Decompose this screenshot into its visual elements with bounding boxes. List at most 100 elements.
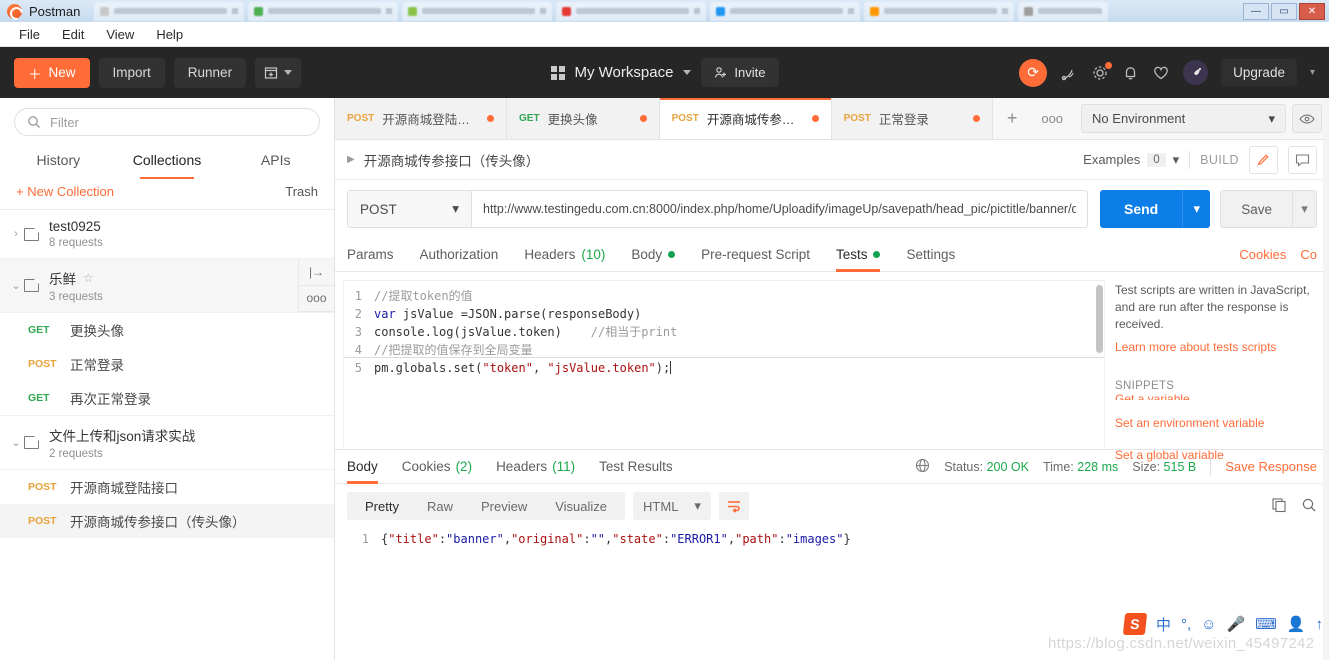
save-button[interactable]: Save (1220, 190, 1293, 228)
examples-selector[interactable]: Examples 0 ▾ (1083, 152, 1179, 168)
editor-scrollbar[interactable] (1096, 285, 1103, 353)
menu-item-view[interactable]: View (97, 24, 143, 45)
main-scrollbar[interactable] (1323, 98, 1329, 660)
request-row[interactable]: POST 开源商城登陆接口 (0, 470, 334, 504)
ime-expand-icon[interactable]: ↑ (1316, 616, 1324, 633)
ime-mode-chinese[interactable]: 中 (1156, 614, 1171, 635)
send-options-button[interactable]: ▾ (1182, 190, 1211, 228)
tab-more-options-icon[interactable]: ooo (1031, 98, 1073, 139)
request-row[interactable]: POST 正常登录 (0, 347, 334, 381)
request-tab-1[interactable]: POST 开源商城登陆接口 (335, 98, 507, 139)
import-button[interactable]: Import (98, 57, 165, 88)
cookies-link[interactable]: Cookies (1239, 247, 1286, 262)
subtab-params[interactable]: Params (347, 238, 394, 272)
new-button[interactable]: ＋ New (14, 57, 90, 88)
response-tab-headers[interactable]: Headers (11) (496, 450, 575, 484)
request-row[interactable]: GET 更换头像 (0, 313, 334, 347)
runner-button[interactable]: Runner (173, 57, 247, 88)
subtab-settings[interactable]: Settings (906, 238, 955, 272)
content-type-select[interactable]: HTML ▾ (633, 492, 711, 520)
subtab-tests[interactable]: Tests (835, 238, 881, 272)
ime-user-icon[interactable]: 👤 (1287, 615, 1306, 633)
new-window-button[interactable] (255, 57, 302, 88)
close-button[interactable]: ✕ (1299, 2, 1325, 20)
subtab-body[interactable]: Body (631, 238, 676, 272)
format-tab-pretty[interactable]: Pretty (351, 499, 413, 514)
tab-apis[interactable]: APIs (221, 144, 330, 176)
format-tab-visualize[interactable]: Visualize (541, 499, 621, 514)
response-body[interactable]: 1 {"title":"banner","original":"","state… (335, 528, 1329, 548)
tab-history[interactable]: History (4, 144, 113, 176)
http-method-select[interactable]: POST ▾ (347, 190, 471, 228)
invite-button[interactable]: Invite (701, 58, 779, 87)
edit-button[interactable] (1249, 145, 1278, 174)
format-tab-preview[interactable]: Preview (467, 499, 541, 514)
request-tab-3[interactable]: POST 开源商城传参接口... (659, 98, 832, 139)
ime-emoji-icon[interactable]: ☺ (1201, 616, 1216, 633)
save-response-button[interactable]: Save Response (1225, 459, 1317, 474)
response-tab-body[interactable]: Body (347, 450, 378, 484)
json-key: "title" (388, 532, 439, 546)
gear-icon[interactable] (1091, 61, 1113, 82)
minimize-button[interactable]: — (1243, 2, 1269, 20)
menu-item-help[interactable]: Help (147, 24, 192, 45)
rocket-icon[interactable] (1183, 60, 1209, 85)
tab-collections[interactable]: Collections (113, 144, 222, 179)
satellite-icon[interactable] (1060, 64, 1078, 82)
request-tab-4[interactable]: POST 正常登录 (831, 98, 993, 139)
build-label[interactable]: BUILD (1200, 153, 1239, 167)
trash-button[interactable]: Trash (285, 184, 318, 199)
chevron-down-icon[interactable]: ▾ (1310, 67, 1315, 78)
format-tab-raw[interactable]: Raw (413, 499, 467, 514)
person-add-icon (715, 67, 727, 78)
filter-box[interactable] (14, 108, 320, 136)
url-input[interactable] (471, 190, 1088, 228)
collection-row-test0925[interactable]: › test0925 8 requests (0, 210, 334, 259)
menu-item-file[interactable]: File (10, 24, 49, 45)
new-tab-button[interactable]: + (993, 98, 1032, 139)
bell-icon[interactable] (1122, 64, 1139, 81)
subtab-label: Authorization (419, 247, 499, 262)
request-row-selected[interactable]: POST 开源商城传参接口（传头像） (0, 504, 334, 538)
more-options-icon[interactable]: ooo (299, 286, 334, 312)
ime-keyboard-icon[interactable]: ⌨ (1255, 615, 1277, 633)
star-icon[interactable]: ☆ (83, 271, 94, 285)
maximize-button[interactable]: ▭ (1271, 2, 1297, 20)
collection-row-lexian[interactable]: ⌄ 乐鲜 ☆ 3 requests |→ ooo (0, 259, 334, 313)
subtab-pre-request-script[interactable]: Pre-request Script (701, 238, 810, 272)
code-link[interactable]: Co (1300, 247, 1317, 262)
send-button[interactable]: Send (1099, 190, 1183, 228)
subtab-authorization[interactable]: Authorization (420, 238, 499, 272)
subtab-headers[interactable]: Headers (10) (524, 238, 605, 272)
wrap-lines-button[interactable] (718, 492, 749, 520)
workspace-selector[interactable]: My Workspace Invite (550, 58, 779, 87)
code-editor[interactable]: 1 //提取token的值 2 var jsValue =JSON.parse(… (343, 280, 1105, 449)
open-arrow-icon[interactable]: |→ (299, 259, 334, 286)
upgrade-button[interactable]: Upgrade (1221, 59, 1297, 86)
new-collection-button[interactable]: + New Collection (16, 184, 114, 199)
snippet-get-a-variable[interactable]: Get a variable (1115, 391, 1317, 400)
save-options-button[interactable]: ▾ (1293, 190, 1317, 228)
response-tab-test-results[interactable]: Test Results (599, 450, 673, 484)
ime-voice-icon[interactable]: 🎤 (1226, 615, 1245, 633)
chevron-right-icon[interactable]: ▶ (347, 154, 355, 165)
heart-icon[interactable] (1152, 64, 1170, 82)
collection-row-file-upload[interactable]: ⌄ 文件上传和json请求实战 2 requests (0, 415, 334, 470)
tests-help-description: Test scripts are written in JavaScript, … (1115, 283, 1310, 331)
sogou-logo-icon[interactable]: S (1122, 613, 1148, 635)
copy-icon[interactable] (1271, 497, 1287, 516)
response-tab-cookies[interactable]: Cookies (2) (402, 450, 472, 484)
filter-input[interactable] (50, 114, 307, 130)
request-row[interactable]: GET 再次正常登录 (0, 381, 334, 415)
request-tab-2[interactable]: GET 更换头像 (507, 98, 660, 139)
menu-item-edit[interactable]: Edit (53, 24, 93, 45)
snippet-set-an-environment-variable[interactable]: Set an environment variable (1115, 415, 1317, 432)
json-colon: : (662, 532, 671, 546)
sync-icon[interactable]: ⟳ (1019, 58, 1048, 87)
learn-more-link[interactable]: Learn more about tests scripts (1115, 339, 1317, 356)
search-icon[interactable] (1301, 497, 1317, 516)
environment-quick-look-button[interactable] (1292, 104, 1323, 133)
environment-select[interactable]: No Environment ▾ (1081, 104, 1287, 133)
ime-punctuation-icon[interactable]: °, (1181, 616, 1191, 633)
comments-button[interactable] (1288, 145, 1317, 174)
